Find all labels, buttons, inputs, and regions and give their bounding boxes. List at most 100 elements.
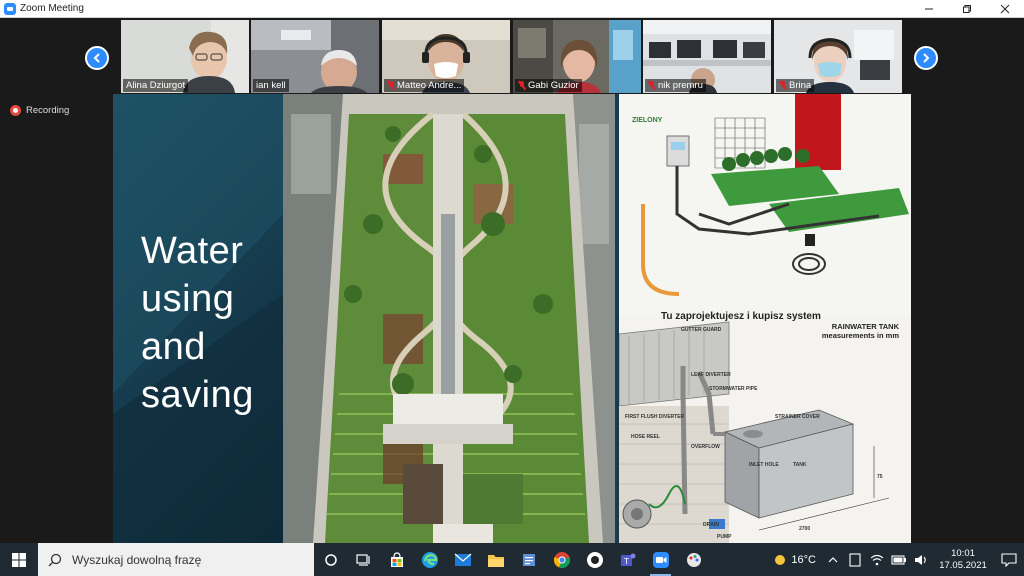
notification-center-button[interactable] bbox=[994, 543, 1024, 576]
cortana-button[interactable] bbox=[314, 543, 347, 576]
tank-label: 75 bbox=[877, 474, 883, 480]
shared-screen-slide: Water using and saving ZIELONY Tu zaproj… bbox=[113, 94, 911, 543]
search-icon bbox=[48, 553, 62, 566]
recording-label: Recording bbox=[26, 105, 70, 116]
mic-muted-icon bbox=[779, 81, 787, 90]
rooftop-garden-photo bbox=[283, 94, 615, 543]
participant-name: Brina bbox=[776, 79, 815, 92]
participant-name: ian kell bbox=[253, 79, 289, 92]
chrome-icon bbox=[553, 551, 570, 568]
tank-label: TANK bbox=[793, 462, 807, 468]
cortana-icon bbox=[324, 553, 337, 566]
svg-text:T: T bbox=[623, 557, 629, 566]
document-icon bbox=[522, 553, 535, 566]
tank-label: OVERFLOW bbox=[691, 444, 720, 450]
windows-logo-icon bbox=[12, 552, 26, 567]
tank-label: PUMP bbox=[717, 534, 732, 540]
participant-name: Alina Dziurgot bbox=[123, 79, 189, 92]
participant-name: nik premru bbox=[645, 79, 706, 92]
taskbar-store[interactable] bbox=[380, 543, 413, 576]
tray-icon[interactable] bbox=[866, 543, 888, 576]
temperature[interactable]: 16°C bbox=[791, 554, 816, 566]
meeting-area: Alina Dziurgot ian kell Matteo Andre... … bbox=[0, 18, 1024, 543]
close-button[interactable] bbox=[986, 0, 1024, 18]
chevron-up-icon bbox=[828, 556, 838, 562]
recording-indicator[interactable]: Recording bbox=[10, 105, 69, 116]
participant-name: Matteo Andre... bbox=[384, 79, 465, 92]
slide-title: Water using and saving bbox=[141, 230, 254, 416]
restore-button[interactable] bbox=[948, 0, 986, 18]
mic-muted-icon bbox=[518, 81, 526, 90]
taskbar-mail[interactable] bbox=[446, 543, 479, 576]
participant-name: Gabi Guzior bbox=[515, 79, 582, 92]
network-icon bbox=[870, 554, 884, 565]
tray-icon[interactable] bbox=[888, 543, 910, 576]
taskbar-pinned-app[interactable] bbox=[578, 543, 611, 576]
participant-tile[interactable]: nik premru bbox=[643, 20, 771, 93]
taskbar-pinned-app[interactable] bbox=[677, 543, 710, 576]
participant-tile[interactable]: Brina bbox=[774, 20, 902, 93]
zoom-app-icon bbox=[4, 2, 16, 15]
tank-label: DRAIN bbox=[703, 522, 719, 528]
tank-label: INLET HOLE bbox=[749, 462, 779, 468]
taskbar-search-box[interactable]: Wyszukaj dowolną frazę bbox=[38, 543, 314, 576]
participant-gallery: Alina Dziurgot ian kell Matteo Andre... … bbox=[0, 20, 1024, 94]
tray-icon[interactable] bbox=[844, 543, 866, 576]
participant-tile[interactable]: Alina Dziurgot bbox=[121, 20, 249, 93]
paint-icon bbox=[686, 552, 701, 567]
system-tray: 16°C 10:01 17.05.2021 bbox=[771, 543, 1024, 576]
app-icon bbox=[586, 551, 603, 568]
taskbar-teams[interactable]: T bbox=[611, 543, 644, 576]
folder-icon bbox=[487, 554, 504, 567]
tank-label: STORMWATER PIPE bbox=[709, 386, 758, 392]
tank-label: 2700 bbox=[799, 526, 811, 532]
edge-icon bbox=[421, 551, 438, 568]
diagram-caption: Tu zaprojektujesz i kupisz system bbox=[661, 311, 821, 322]
start-button[interactable] bbox=[0, 543, 38, 576]
task-view-button[interactable] bbox=[347, 543, 380, 576]
tank-label: HOSE REEL bbox=[631, 434, 660, 440]
chevron-left-icon bbox=[93, 53, 100, 63]
chevron-right-icon bbox=[923, 53, 930, 63]
mic-muted-icon bbox=[387, 81, 395, 90]
notification-icon bbox=[1001, 552, 1017, 567]
taskbar-file-explorer[interactable] bbox=[479, 543, 512, 576]
teams-icon: T bbox=[620, 553, 635, 566]
close-icon bbox=[1000, 4, 1010, 13]
participant-tile[interactable]: ian kell bbox=[251, 20, 379, 93]
taskbar-chrome[interactable] bbox=[545, 543, 578, 576]
battery-icon bbox=[891, 554, 906, 565]
participant-tile[interactable]: Gabi Guzior bbox=[513, 20, 641, 93]
gallery-next-button[interactable] bbox=[914, 46, 938, 70]
windows-taskbar: Wyszukaj dowolną frazę T 16°C 10:01 17.0… bbox=[0, 543, 1024, 576]
gallery-prev-button[interactable] bbox=[85, 46, 109, 70]
weather-sun-icon[interactable] bbox=[771, 551, 789, 569]
record-icon bbox=[10, 105, 21, 116]
taskbar-edge[interactable] bbox=[413, 543, 446, 576]
tray-overflow-button[interactable] bbox=[822, 543, 844, 576]
taskbar-zoom[interactable] bbox=[644, 543, 677, 576]
mail-icon bbox=[454, 553, 471, 566]
tank-label: FIRST FLUSH DIVERTER bbox=[625, 414, 685, 420]
mic-muted-icon bbox=[648, 81, 656, 90]
taskbar-clock[interactable]: 10:01 17.05.2021 bbox=[932, 548, 994, 572]
tray-icon[interactable] bbox=[910, 543, 932, 576]
irrigation-diagrams: ZIELONY Tu zaprojektujesz i kupisz syste… bbox=[619, 94, 911, 543]
restore-icon bbox=[963, 4, 971, 13]
window-titlebar: Zoom Meeting bbox=[0, 0, 1024, 18]
tank-label: GUTTER GUARD bbox=[681, 327, 722, 333]
minimize-icon bbox=[925, 8, 933, 9]
search-placeholder: Wyszukaj dowolną frazę bbox=[72, 552, 202, 567]
participant-tile[interactable]: Matteo Andre... bbox=[382, 20, 510, 93]
zoom-icon bbox=[652, 551, 669, 568]
minimize-button[interactable] bbox=[910, 0, 948, 18]
tank-label: LEAF DIVERTER bbox=[691, 372, 731, 378]
window-title: Zoom Meeting bbox=[20, 3, 84, 14]
task-view-icon bbox=[355, 553, 370, 566]
tablet-icon bbox=[849, 552, 861, 567]
diagram-brand-label: ZIELONY bbox=[632, 117, 663, 124]
volume-icon bbox=[915, 554, 926, 565]
store-icon bbox=[390, 551, 403, 567]
taskbar-pinned-app[interactable] bbox=[512, 543, 545, 576]
tank-label: STRAINER COVER bbox=[775, 414, 820, 420]
